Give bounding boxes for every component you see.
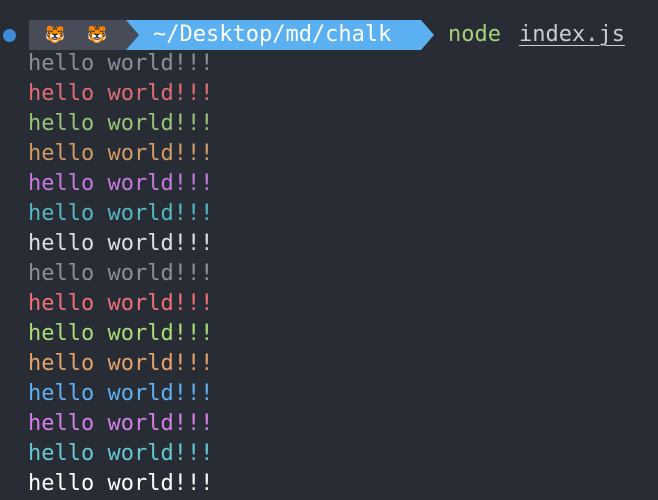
output-line: hello world!!! [28,171,214,196]
output-line: hello world!!! [28,231,214,256]
output-line: hello world!!! [28,381,214,406]
tiger-face-icon: 🐯 [87,25,107,44]
output-line: hello world!!! [28,411,214,436]
command-name: node [448,22,501,47]
output-line: hello world!!! [28,81,214,106]
command-output: hello world!!! hello world!!! hello world!… [28,49,213,499]
output-line: hello world!!! [28,441,214,466]
output-line: hello world!!! [28,111,214,136]
shell-prompt: 🐯 🐯 ~/Desktop/md/chalk node index.js [0,20,658,50]
output-line: hello world!!! [28,141,214,166]
terminal-window[interactable]: 🐯 🐯 ~/Desktop/md/chalk node index.js hel… [0,0,658,500]
command-argument: index.js [519,22,625,47]
output-line: hello world!!! [28,351,214,376]
prompt-icons-segment: 🐯 🐯 [29,20,126,50]
status-dot-icon [3,29,16,42]
output-line: hello world!!! [28,51,214,76]
output-line: hello world!!! [28,321,214,346]
segment-separator-arrow [421,20,434,50]
tiger-face-icon: 🐯 [45,25,65,44]
current-directory: ~/Desktop/md/chalk [153,22,392,47]
output-line: hello world!!! [28,471,214,496]
segment-separator-arrow [126,20,139,50]
output-line: hello world!!! [28,261,214,286]
output-line: hello world!!! [28,291,214,316]
output-line: hello world!!! [28,201,214,226]
